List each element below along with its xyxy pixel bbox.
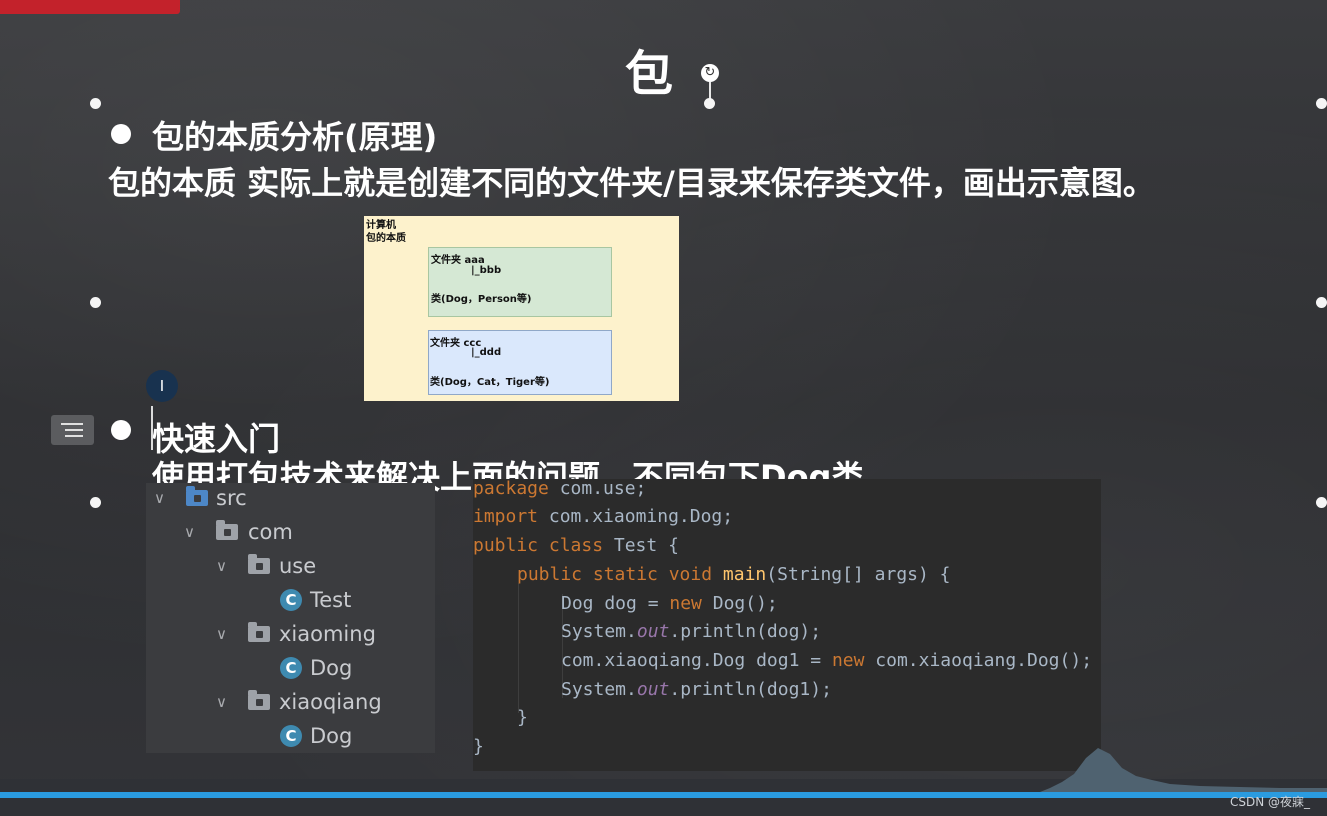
indent-guide [518,583,519,713]
bullet-icon [111,420,131,440]
code-line: System.out.println(dog1); [561,677,832,703]
code-text: Test { [603,535,679,556]
chevron-down-icon[interactable]: ∨ [216,551,238,581]
tree-node-label: use [279,554,317,578]
tree-node-label: Dog [310,656,353,680]
rotate-handle-icon[interactable]: ↻ [701,64,719,82]
audio-waveform-graphic [1040,748,1327,792]
code-text: com.xiaoming.Dog; [538,506,734,527]
class-icon: C [280,589,302,611]
resize-handle-top-left[interactable] [90,98,101,109]
code-text: com.xiaoqiang.Dog(); [864,650,1093,671]
resize-handle-top-right[interactable] [1316,98,1327,109]
code-text: Dog(); [701,593,778,614]
code-line: com.xiaoqiang.Dog dog1 = new com.xiaoqia… [561,648,1092,674]
code-line: public static void main(String[] args) { [517,562,951,588]
tree-node-label: Test [310,588,352,612]
slide-canvas: 包 ↻ 包的本质分析(原理) 包的本质 实际上就是创建不同的文件夹/目录来保存类… [0,0,1327,816]
folder-icon [248,690,270,710]
resize-handle-top-center[interactable] [704,98,715,109]
video-progress-bar[interactable] [0,792,1327,798]
package-diagram[interactable]: 计算机 包的本质 文件夹 aaa |_bbb 类(Dog，Person等) 文件… [364,216,679,401]
code-line: public class Test { [473,533,679,559]
folder-icon [216,520,238,540]
chevron-down-icon[interactable]: ∨ [216,687,238,717]
code-keyword: public class [473,535,604,556]
code-field: out [636,621,670,642]
code-keyword: package [473,478,549,499]
folder-box-ccc-sub: |_ddd [471,347,502,358]
code-text: .println(dog1); [669,679,832,700]
bullet-icon [111,124,131,144]
code-field: out [636,679,670,700]
source-folder-icon [186,486,208,506]
code-keyword: import [473,506,539,527]
folder-box-aaa-classes: 类(Dog，Person等) [431,294,532,305]
code-text: (String[] args) { [766,564,951,585]
code-line: Dog dog = new Dog(); [561,591,778,617]
code-editor-snippet: package com.use; import com.xiaoming.Dog… [473,476,1101,771]
bullet1-heading[interactable]: 包的本质分析(原理) [152,112,437,158]
tree-node-label: Dog [310,724,353,748]
code-method: main [722,564,767,585]
folder-icon [248,622,270,642]
folder-box-ccc: 文件夹 ccc |_ddd 类(Dog，Cat，Tiger等) [428,330,612,395]
code-line: package com.use; [473,476,646,502]
code-keyword: public static void [517,564,713,585]
code-text: com.use; [548,478,647,499]
class-icon: C [280,725,302,747]
text-caret [151,406,153,450]
chevron-down-icon[interactable]: ∨ [154,483,176,513]
code-text: .println(dog); [669,621,822,642]
tree-node-label: xiaoming [279,622,376,646]
red-header-tab [0,0,180,14]
slide-title[interactable]: 包 [625,34,673,104]
outline-list-icon[interactable] [51,415,94,445]
tree-node-label: com [248,520,293,544]
folder-box-aaa: 文件夹 aaa |_bbb 类(Dog，Person等) [428,247,612,317]
code-text: System. [561,679,637,700]
resize-handle-middle-right[interactable] [1316,297,1327,308]
code-keyword: new [669,593,702,614]
class-icon: C [280,657,302,679]
chevron-down-icon[interactable]: ∨ [216,619,238,649]
code-text: com.xiaoqiang.Dog dog1 = [561,650,832,671]
tree-node-label: xiaoqiang [279,690,382,714]
resize-handle-middle-left[interactable] [90,297,101,308]
folder-box-aaa-title: 文件夹 aaa [431,255,485,266]
code-text: Dog dog = [561,593,670,614]
diagram-label-essence: 包的本质 [366,233,406,244]
resize-handle-bottom-right[interactable] [1316,497,1327,508]
folder-box-ccc-classes: 类(Dog，Cat，Tiger等) [430,377,550,388]
tree-node-label: src [216,486,247,510]
chevron-down-icon[interactable]: ∨ [184,517,206,547]
code-line: System.out.println(dog); [561,619,821,645]
text-cursor-indicator-icon: I [146,370,178,402]
folder-box-aaa-sub: |_bbb [471,265,502,276]
code-text: System. [561,621,637,642]
code-line: import com.xiaoming.Dog; [473,504,733,530]
csdn-watermark: CSDN @夜寐_ [1230,795,1311,809]
project-tree-panel: ∨ src ∨ com ∨ use C Test ∨ xiaoming C Do… [146,483,435,753]
code-line: } [473,736,484,757]
code-line: } [517,707,528,728]
folder-icon [248,554,270,574]
bullet1-description[interactable]: 包的本质 实际上就是创建不同的文件夹/目录来保存类文件，画出示意图。 [108,158,1155,204]
code-keyword: new [831,650,865,671]
resize-handle-bottom-left[interactable] [90,497,101,508]
